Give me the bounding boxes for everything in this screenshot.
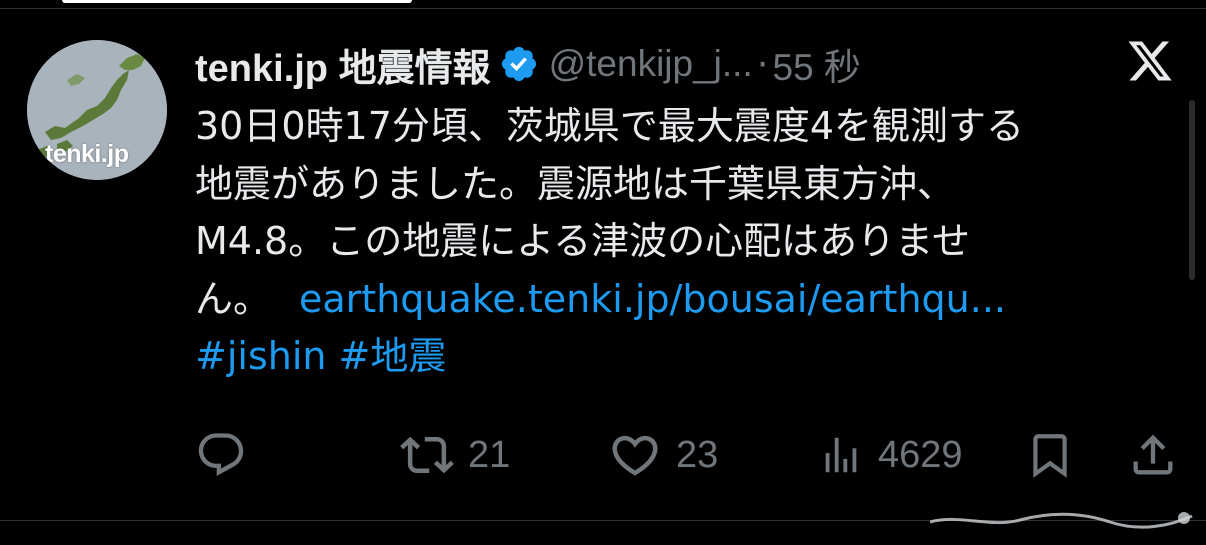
tweet-text-line: 30日0時17分頃、茨城県で最大震度4を観測する <box>195 104 1025 148</box>
tweet-header: tenki.jp 地震情報 @tenkijp_j... · 55 秒 <box>195 38 861 90</box>
tweet-text: 30日0時17分頃、茨城県で最大震度4を観測する 地震がありました。震源地は千葉… <box>195 98 1180 386</box>
reply-button[interactable] <box>195 425 261 485</box>
handle[interactable]: @tenkijp_j... <box>549 43 753 85</box>
retweet-icon <box>400 436 454 474</box>
tweet-actions: 21 23 4629 <box>195 425 1180 485</box>
hashtags[interactable]: #jishin #地震 <box>195 328 1180 386</box>
avatar[interactable]: tenki.jp <box>27 40 167 180</box>
tweet-text-tail: ん。 <box>195 276 272 321</box>
like-count: 23 <box>676 433 719 476</box>
top-divider <box>0 8 1206 9</box>
tweet-text-line: M4.8。この地震による津波の心配はありませ <box>195 219 970 263</box>
separator-dot: · <box>756 42 769 86</box>
like-icon <box>612 435 658 476</box>
timestamp[interactable]: 55 秒 <box>773 37 861 91</box>
scrollbar[interactable] <box>1189 100 1195 280</box>
share-button[interactable] <box>1127 425 1179 485</box>
retweet-button[interactable]: 21 <box>400 425 510 485</box>
verified-badge-icon <box>499 44 539 84</box>
tweet-link[interactable]: earthquake.tenki.jp/bousai/earthqu... <box>299 277 1006 321</box>
display-name[interactable]: tenki.jp 地震情報 <box>195 37 491 92</box>
tweet-text-line-last: ん。 earthquake.tenki.jp/bousai/earthqu... <box>195 271 1180 329</box>
views-count: 4629 <box>878 433 963 476</box>
views-icon <box>825 437 857 473</box>
retweet-count: 21 <box>468 433 511 476</box>
x-logo-icon[interactable] <box>1126 37 1174 85</box>
bookmark-button[interactable] <box>1025 425 1075 485</box>
views-button[interactable]: 4629 <box>818 425 963 485</box>
share-icon <box>1133 434 1173 475</box>
top-highlight-bar <box>62 0 412 3</box>
like-button[interactable]: 23 <box>608 425 718 485</box>
watermark-art-icon <box>930 512 1193 529</box>
bookmark-icon <box>1033 434 1067 478</box>
avatar-label: tenki.jp <box>45 140 129 168</box>
reply-icon <box>198 433 244 477</box>
tweet-text-line: 地震がありました。震源地は千葉県東方沖、 <box>195 161 956 206</box>
